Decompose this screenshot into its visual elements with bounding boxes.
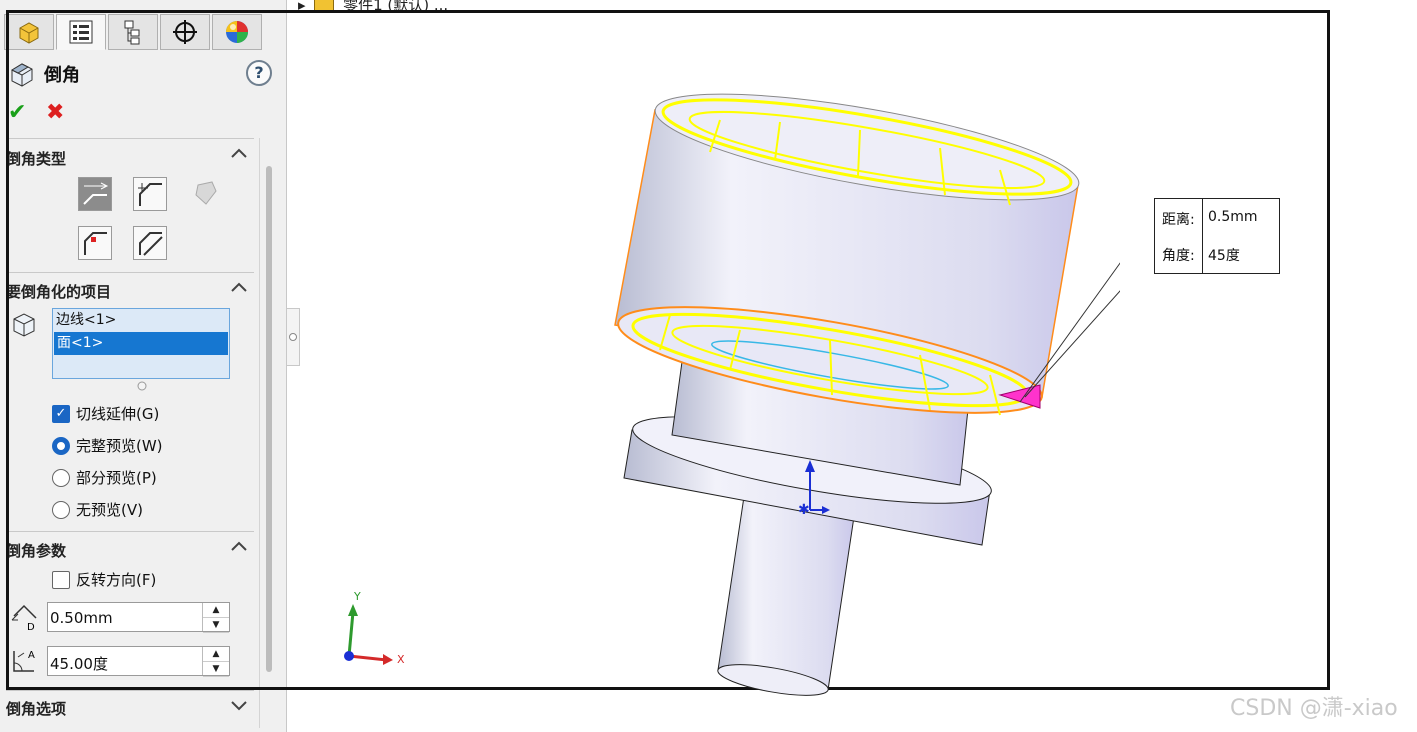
divider: [1202, 199, 1203, 273]
callout-angle-value[interactable]: 45度: [1208, 245, 1240, 265]
triad-x-label: X: [397, 653, 405, 666]
view-orientation-triad: Y X: [344, 590, 405, 666]
svg-text:✱: ✱: [798, 502, 810, 518]
part-3d-model[interactable]: ✱: [600, 90, 1120, 700]
callout-angle-label: 角度:: [1162, 248, 1195, 264]
divider: [6, 690, 254, 691]
watermark: CSDN @潇-xiao: [1230, 696, 1398, 721]
section-chamfer-options[interactable]: 倒角选项: [6, 698, 66, 719]
expand-chevron-down-icon[interactable]: [230, 698, 248, 716]
dimension-callout[interactable]: 距离: 0.5mm 角度: 45度: [1154, 198, 1280, 274]
callout-distance-value[interactable]: 0.5mm: [1208, 209, 1258, 225]
shaft[interactable]: [716, 489, 856, 700]
triad-y-label: Y: [353, 590, 361, 603]
callout-distance-label: 距离:: [1162, 212, 1195, 228]
